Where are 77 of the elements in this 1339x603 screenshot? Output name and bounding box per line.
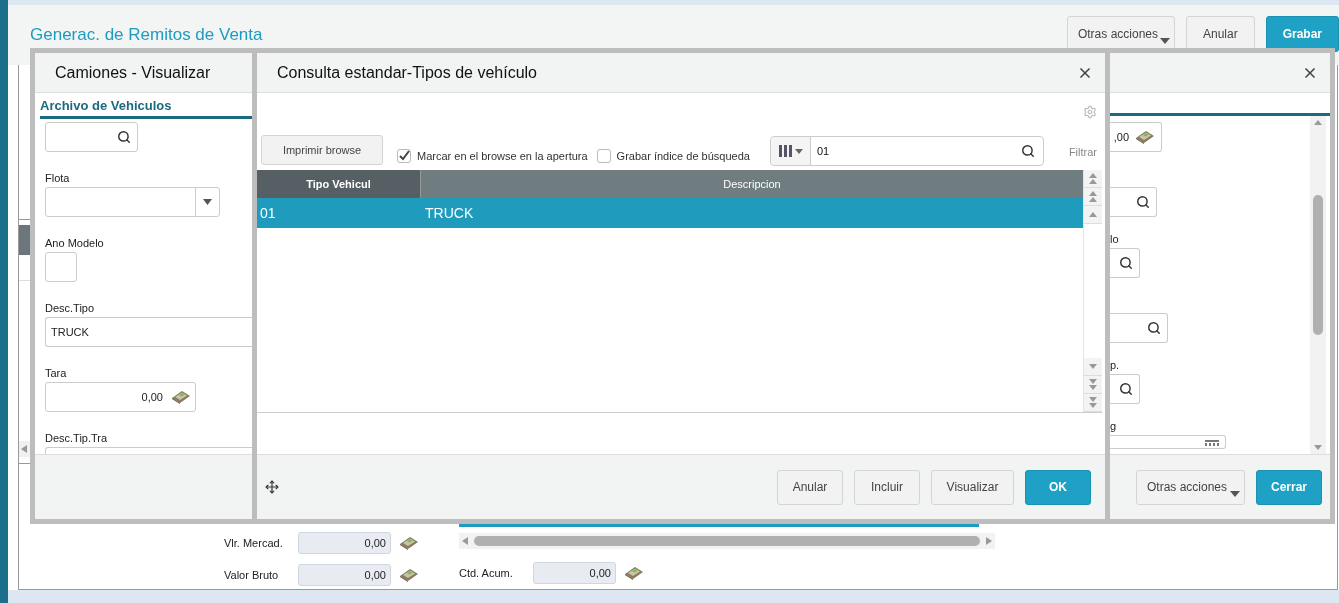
search-field[interactable]	[1110, 313, 1168, 343]
column-header[interactable]: Descripcion	[421, 170, 1083, 198]
menu-button[interactable]: Otras acciones	[1136, 469, 1245, 505]
dropdown-field[interactable]	[45, 187, 220, 217]
checkbox-label: Grabar índice de búsqueda	[616, 148, 750, 164]
search-icon	[117, 130, 131, 144]
field-label: Tara	[45, 367, 68, 380]
search-field[interactable]	[1110, 248, 1140, 278]
settings-icon[interactable]	[1083, 105, 1097, 119]
money-icon	[399, 536, 419, 550]
dialog-button[interactable]: Incluir	[854, 469, 920, 505]
up-triangle-icon	[1089, 212, 1097, 217]
input-field[interactable]	[45, 252, 77, 282]
field-label: g	[1110, 420, 1118, 433]
search-field[interactable]	[45, 122, 138, 152]
input-field[interactable]: 0,00	[298, 564, 391, 586]
input-field[interactable]	[1110, 435, 1226, 449]
search-icon	[1136, 195, 1150, 209]
caret-icon	[1159, 38, 1170, 44]
input-field[interactable]: 0,00	[45, 382, 196, 412]
table-cell-text: TRUCK	[424, 203, 475, 223]
checkbox[interactable]	[397, 148, 411, 163]
page-up-button[interactable]	[1084, 188, 1102, 206]
page-title: Generac. de Remitos de Venta	[30, 24, 263, 47]
input-field[interactable]: 0,00	[298, 532, 391, 554]
field-label: p.	[1110, 359, 1121, 372]
scroll-top-button[interactable]	[1084, 170, 1102, 188]
search-icon	[1119, 382, 1133, 396]
caret-icon	[794, 148, 803, 154]
down-triangle-icon[interactable]	[1314, 445, 1322, 450]
input-field[interactable]: ,00	[1110, 122, 1162, 152]
checkbox-label: Marcar en el browse en la apertura	[417, 148, 588, 164]
caret-icon	[203, 199, 212, 205]
dialog-title: Camiones - Visualizar	[55, 62, 211, 83]
search-field[interactable]	[1110, 374, 1140, 404]
horizontal-scrollbar[interactable]	[459, 533, 995, 549]
right-triangle-icon[interactable]	[986, 537, 992, 545]
money-icon	[399, 568, 419, 582]
search-icon	[1119, 256, 1133, 270]
up-triangle-icon[interactable]	[1314, 120, 1322, 125]
scroll-down-button[interactable]	[1084, 358, 1102, 376]
search-icon	[1147, 321, 1161, 335]
print-button[interactable]: Imprimir browse	[261, 135, 383, 165]
money-icon	[171, 390, 191, 404]
scroll-up-button[interactable]	[1084, 206, 1102, 224]
input-field[interactable]: TRUCK	[45, 317, 252, 347]
vertical-scrollbar[interactable]	[1310, 116, 1326, 454]
scroll-left-icon	[21, 445, 27, 453]
down-triangle-icon	[1089, 364, 1097, 369]
left-triangle-icon[interactable]	[462, 537, 468, 545]
columns-icon[interactable]	[777, 144, 792, 158]
dialog-button[interactable]: Visualizar	[931, 469, 1014, 505]
field-label: Flota	[45, 172, 71, 185]
dialog-title: Consulta estandar-Tipos de vehículo	[277, 62, 537, 83]
field-label: Vlr. Mercad.	[224, 535, 284, 551]
search-field[interactable]	[1110, 187, 1157, 217]
field-label: Desc.Tip.Tra	[45, 432, 109, 445]
money-icon	[1135, 130, 1155, 144]
field-label: lo	[1110, 233, 1120, 246]
field-label: Valor Bruto	[224, 567, 280, 583]
field-label: Ano Modelo	[45, 237, 105, 250]
table-cell-text: 01	[259, 203, 277, 223]
checkbox[interactable]	[596, 148, 611, 163]
input-field[interactable]: 0,00	[533, 562, 616, 584]
search-field[interactable]: 01	[769, 136, 1044, 166]
calendar-icon	[1205, 440, 1219, 446]
field-label: Desc.Tipo	[45, 302, 96, 315]
column-header[interactable]: Tipo Vehicul	[257, 170, 421, 198]
search-icon	[1020, 144, 1035, 158]
caret-icon	[1230, 490, 1240, 497]
money-icon	[624, 566, 644, 580]
scroll-bottom-button[interactable]	[1084, 394, 1102, 412]
dialog-button[interactable]: Anular	[777, 469, 843, 505]
move-icon[interactable]	[265, 480, 279, 494]
filter-link[interactable]: Filtrar	[1068, 143, 1097, 160]
field-label: Ctd. Acum.	[459, 565, 514, 581]
page-down-button[interactable]	[1084, 376, 1102, 394]
